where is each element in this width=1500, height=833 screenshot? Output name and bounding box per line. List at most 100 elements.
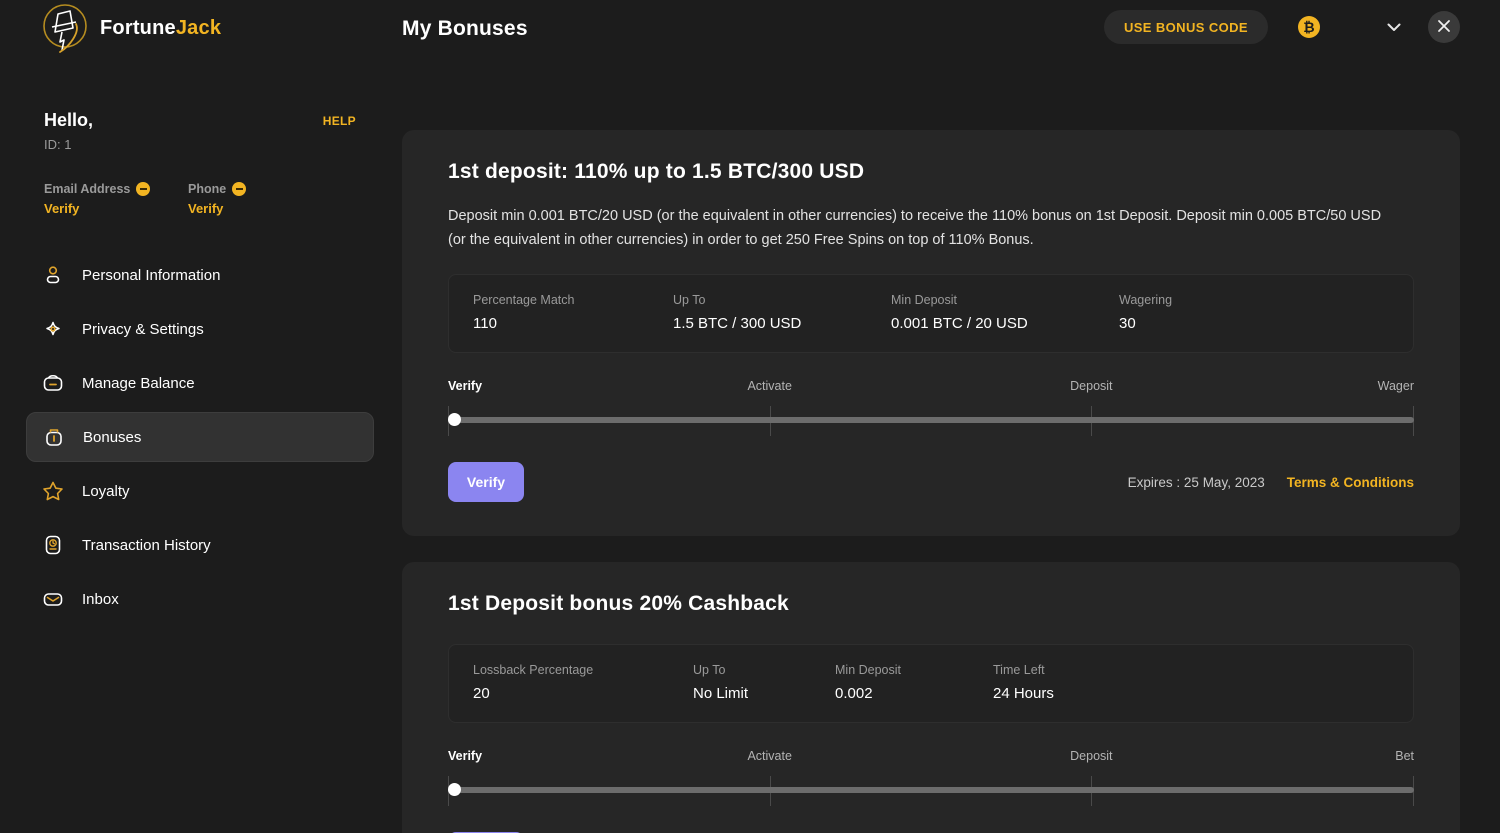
progress-knob[interactable] [448, 783, 461, 796]
page-title: My Bonuses [402, 17, 528, 40]
stat-value: No Limit [693, 685, 749, 702]
history-clock-icon [42, 534, 64, 556]
progress-step-label: Wager [1377, 379, 1414, 393]
stat-item: Min Deposit 0.002 [835, 663, 993, 702]
bitcoin-icon[interactable]: ₿ [1298, 16, 1320, 38]
progress-track [448, 417, 1414, 423]
verify-button[interactable]: Verify [448, 462, 524, 502]
stat-item: Time Left 24 Hours [993, 663, 1054, 702]
stat-item: Up To 1.5 BTC / 300 USD [673, 293, 891, 332]
chevron-down-icon[interactable] [1386, 19, 1402, 35]
stat-item: Percentage Match 110 [473, 293, 673, 332]
bonus-list: 1st deposit: 110% up to 1.5 BTC/300 USD … [402, 130, 1460, 833]
bonus-progress: Verify Activate Deposit Bet [448, 749, 1414, 806]
progress-track-wrap[interactable] [448, 406, 1414, 436]
progress-step-label: Deposit [1070, 749, 1113, 763]
bonus-progress: Verify Activate Deposit Wager [448, 379, 1414, 436]
stat-label: Up To [673, 293, 706, 307]
stat-value: 30 [1119, 315, 1136, 332]
progress-step-label: Bet [1395, 749, 1414, 763]
stat-item: Up To No Limit [693, 663, 835, 702]
sidebar-item-label: Manage Balance [82, 374, 195, 392]
phone-verify-link[interactable]: Verify [188, 201, 332, 216]
stat-value: 0.001 BTC / 20 USD [891, 315, 1028, 332]
brand-name-part1: Fortune [100, 16, 176, 39]
sidebar-nav: Personal Information Privacy & Settings … [0, 250, 400, 624]
bonus-stats: Lossback Percentage 20 Up To No Limit Mi… [448, 644, 1414, 723]
sidebar-item-inbox[interactable]: Inbox [26, 574, 374, 624]
sidebar-item-bonuses[interactable]: Bonuses [26, 412, 374, 462]
greeting-text: Hello, [44, 110, 94, 130]
expiry-text: Expires : 25 May, 2023 [1127, 474, 1265, 490]
help-link[interactable]: HELP [323, 110, 356, 128]
close-icon [1437, 19, 1451, 36]
tophat-cane-circle-logo-icon [40, 2, 90, 54]
email-label: Email Address [44, 182, 131, 196]
user-icon [42, 264, 64, 286]
stat-label: Min Deposit [835, 663, 901, 677]
terms-and-conditions-link[interactable]: Terms & Conditions [1287, 475, 1414, 490]
gift-bag-icon [43, 426, 65, 448]
progress-step-label: Activate [747, 379, 792, 393]
phone-label-row: Phone [188, 182, 332, 196]
minus-badge-icon [136, 182, 151, 196]
stat-value: 1.5 BTC / 300 USD [673, 315, 802, 332]
settings-icon [42, 318, 64, 340]
stat-value: 20 [473, 685, 490, 702]
bonus-card-footer: Verify Expires : 25 May, 2023 Terms & Co… [448, 462, 1414, 502]
progress-step-label: Verify [448, 749, 483, 763]
progress-knob[interactable] [448, 413, 461, 426]
stat-label: Time Left [993, 663, 1045, 677]
bonus-stats: Percentage Match 110 Up To 1.5 BTC / 300… [448, 274, 1414, 353]
sidebar-item-label: Bonuses [83, 428, 142, 446]
stat-item: Wagering 30 [1119, 293, 1172, 332]
stat-label: Lossback Percentage [473, 663, 594, 677]
sidebar-item-label: Inbox [82, 590, 119, 608]
sidebar-item-privacy-settings[interactable]: Privacy & Settings [26, 304, 374, 354]
stat-value: 0.002 [835, 685, 873, 702]
sidebar-item-label: Privacy & Settings [82, 320, 204, 338]
sidebar: Hello, HELP ID: 1 Email Address Verify P… [0, 110, 400, 628]
use-bonus-code-button[interactable]: USE BONUS CODE [1103, 10, 1268, 44]
verification-row: Email Address Verify Phone Verify [0, 152, 400, 216]
stat-value: 110 [473, 315, 497, 332]
sidebar-item-transaction-history[interactable]: Transaction History [26, 520, 374, 570]
sidebar-item-manage-balance[interactable]: Manage Balance [26, 358, 374, 408]
sidebar-item-personal-information[interactable]: Personal Information [26, 250, 374, 300]
minus-badge-icon [232, 182, 247, 196]
bonus-card: 1st Deposit bonus 20% Cashback Lossback … [402, 562, 1460, 833]
stat-label: Wagering [1119, 293, 1173, 307]
bonus-title: 1st Deposit bonus 20% Cashback [448, 592, 789, 615]
progress-track [448, 787, 1414, 793]
brand-logo[interactable]: FortuneJack [40, 2, 221, 54]
phone-verification: Phone Verify [188, 182, 332, 216]
email-label-row: Email Address [44, 182, 188, 196]
stat-label: Up To [693, 663, 726, 677]
star-icon [42, 480, 64, 502]
wallet-icon [42, 372, 64, 394]
bonus-meta: Expires : 25 May, 2023 Terms & Condition… [1128, 475, 1414, 490]
email-verify-link[interactable]: Verify [44, 201, 188, 216]
stat-item: Lossback Percentage 20 [473, 663, 693, 702]
greeting-row: Hello, HELP [0, 110, 400, 131]
progress-step-labels: Verify Activate Deposit Bet [448, 749, 1414, 767]
brand-name: FortuneJack [100, 17, 221, 40]
brand-name-part2: Jack [175, 16, 222, 39]
close-button[interactable] [1428, 11, 1460, 43]
top-header: FortuneJack My Bonuses USE BONUS CODE ₿ [0, 0, 1500, 60]
sidebar-item-label: Personal Information [82, 266, 221, 284]
user-id: ID: 1 [44, 137, 72, 152]
stat-label: Min Deposit [891, 293, 957, 307]
sidebar-item-label: Loyalty [82, 482, 130, 500]
progress-step-label: Activate [747, 749, 792, 763]
progress-step-labels: Verify Activate Deposit Wager [448, 379, 1414, 397]
envelope-icon [42, 588, 64, 610]
sidebar-item-loyalty[interactable]: Loyalty [26, 466, 374, 516]
progress-step-label: Deposit [1070, 379, 1113, 393]
stat-label: Percentage Match [473, 293, 575, 307]
bonus-description: Deposit min 0.001 BTC/20 USD (or the equ… [448, 208, 1382, 248]
progress-track-wrap[interactable] [448, 776, 1414, 806]
stat-item: Min Deposit 0.001 BTC / 20 USD [891, 293, 1119, 332]
bonuses-page: FortuneJack My Bonuses USE BONUS CODE ₿ … [0, 0, 1500, 833]
stat-value: 24 Hours [993, 685, 1054, 702]
